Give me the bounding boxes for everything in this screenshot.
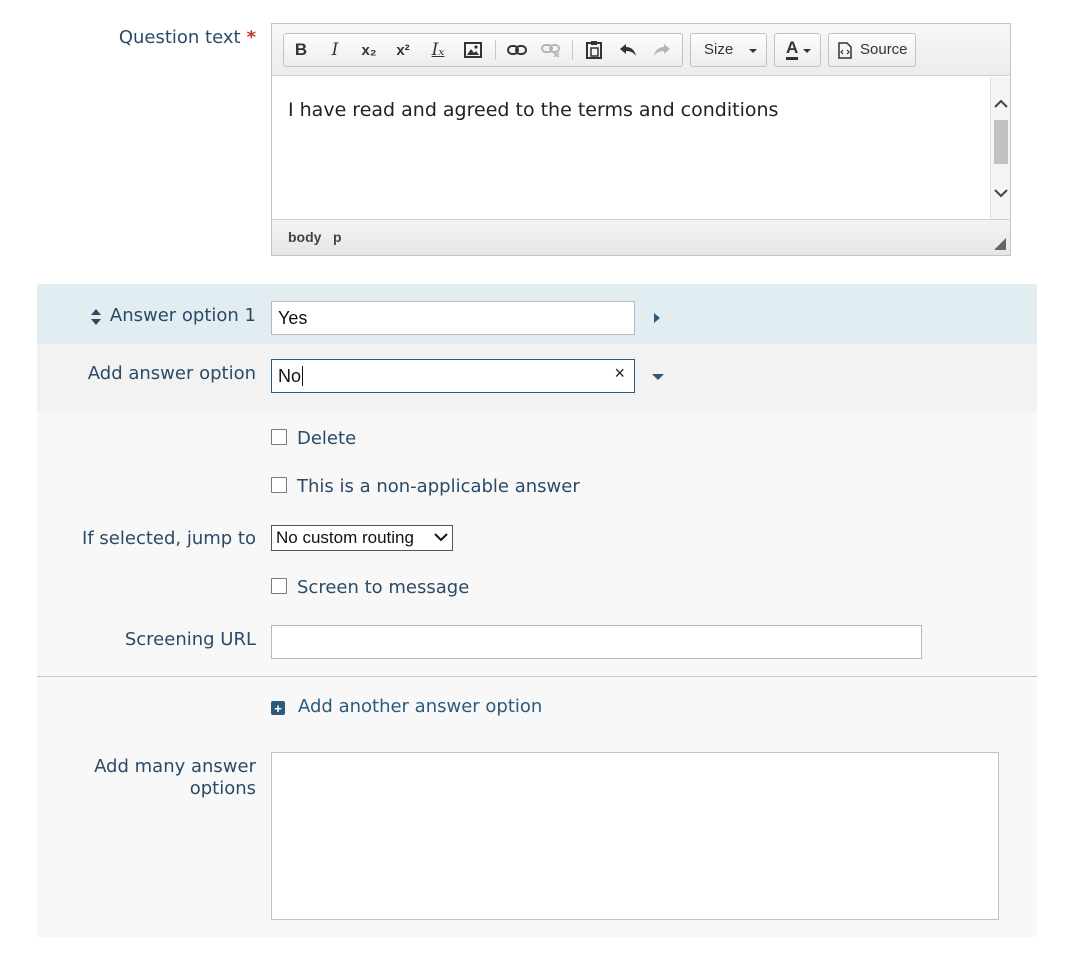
redo-button[interactable]	[647, 34, 677, 66]
path-element-p[interactable]: p	[333, 229, 342, 245]
subscript-button[interactable]: x₂	[354, 34, 384, 66]
collapse-caret-icon[interactable]	[652, 374, 664, 380]
size-dropdown[interactable]: Size	[690, 33, 767, 67]
remove-format-button[interactable]: Iₓ	[423, 34, 453, 66]
reorder-handle[interactable]	[90, 308, 102, 331]
chevron-down-icon	[434, 533, 448, 542]
superscript-button[interactable]: x²	[388, 34, 418, 66]
editor-paragraph: I have read and agreed to the terms and …	[288, 99, 779, 121]
unlink-button[interactable]	[536, 34, 566, 66]
link-icon	[507, 45, 527, 55]
chevron-down-icon[interactable]	[991, 183, 1011, 203]
answer-option-1-label: Answer option 1	[109, 305, 256, 326]
add-answer-option-label: Add answer option	[87, 363, 256, 384]
caret-down-icon	[803, 49, 811, 53]
add-another-answer-option-link[interactable]: Add another answer option	[298, 696, 542, 717]
chevron-up-icon[interactable]	[991, 93, 1011, 113]
new-answer-option-input[interactable]: No ×	[271, 359, 635, 393]
path-element-body[interactable]: body	[288, 229, 321, 245]
editor-toolbar: B I x₂ x² Iₓ Size A Source	[272, 24, 1010, 76]
unlink-icon	[541, 44, 560, 57]
routing-select[interactable]: No custom routing	[271, 525, 453, 551]
undo-icon	[620, 44, 636, 56]
delete-label: Delete	[297, 428, 357, 449]
editor-content[interactable]: I have read and agreed to the terms and …	[272, 77, 990, 221]
paste-word-icon	[586, 41, 602, 59]
panel-divider	[37, 676, 1037, 677]
screen-to-message-checkbox[interactable]	[271, 578, 287, 594]
resize-handle[interactable]	[994, 238, 1006, 250]
add-many-textarea[interactable]	[271, 752, 999, 920]
paste-from-word-button[interactable]	[579, 34, 609, 66]
required-marker: *	[246, 27, 256, 48]
screen-to-message-label: Screen to message	[297, 577, 470, 598]
editor-scrollbar[interactable]	[990, 77, 1010, 221]
question-rich-text-editor[interactable]: B I x₂ x² Iₓ Size A Source I have read a…	[271, 23, 1011, 256]
formatting-group: B I x₂ x² Iₓ	[283, 33, 683, 67]
bold-button[interactable]: B	[286, 34, 316, 66]
add-many-label: Add many answer options	[94, 756, 256, 799]
italic-button[interactable]: I	[320, 34, 350, 66]
caret-down-icon	[749, 49, 757, 53]
text-color-icon: A	[786, 39, 799, 60]
clear-icon[interactable]: ×	[614, 363, 625, 384]
undo-button[interactable]	[613, 34, 643, 66]
source-button[interactable]: Source	[828, 33, 916, 67]
question-text-label: Question text *	[118, 27, 256, 48]
answer-option-1-input[interactable]: Yes	[271, 301, 635, 335]
image-button[interactable]	[458, 34, 488, 66]
plus-icon[interactable]: +	[271, 701, 285, 715]
delete-checkbox[interactable]	[271, 429, 287, 445]
non-applicable-label: This is a non-applicable answer	[297, 476, 580, 497]
text-color-button[interactable]: A	[774, 33, 821, 67]
routing-label: If selected, jump to	[82, 528, 256, 549]
scroll-thumb[interactable]	[994, 120, 1008, 164]
source-icon	[838, 42, 852, 59]
image-icon	[464, 42, 482, 58]
expand-caret-icon[interactable]	[654, 313, 660, 323]
screening-url-label: Screening URL	[124, 629, 256, 650]
screening-url-input[interactable]	[271, 625, 922, 659]
link-button[interactable]	[502, 34, 532, 66]
sort-icon	[91, 309, 101, 325]
non-applicable-checkbox[interactable]	[271, 477, 287, 493]
editor-path-bar: body p	[272, 219, 1010, 255]
redo-icon	[654, 44, 670, 56]
